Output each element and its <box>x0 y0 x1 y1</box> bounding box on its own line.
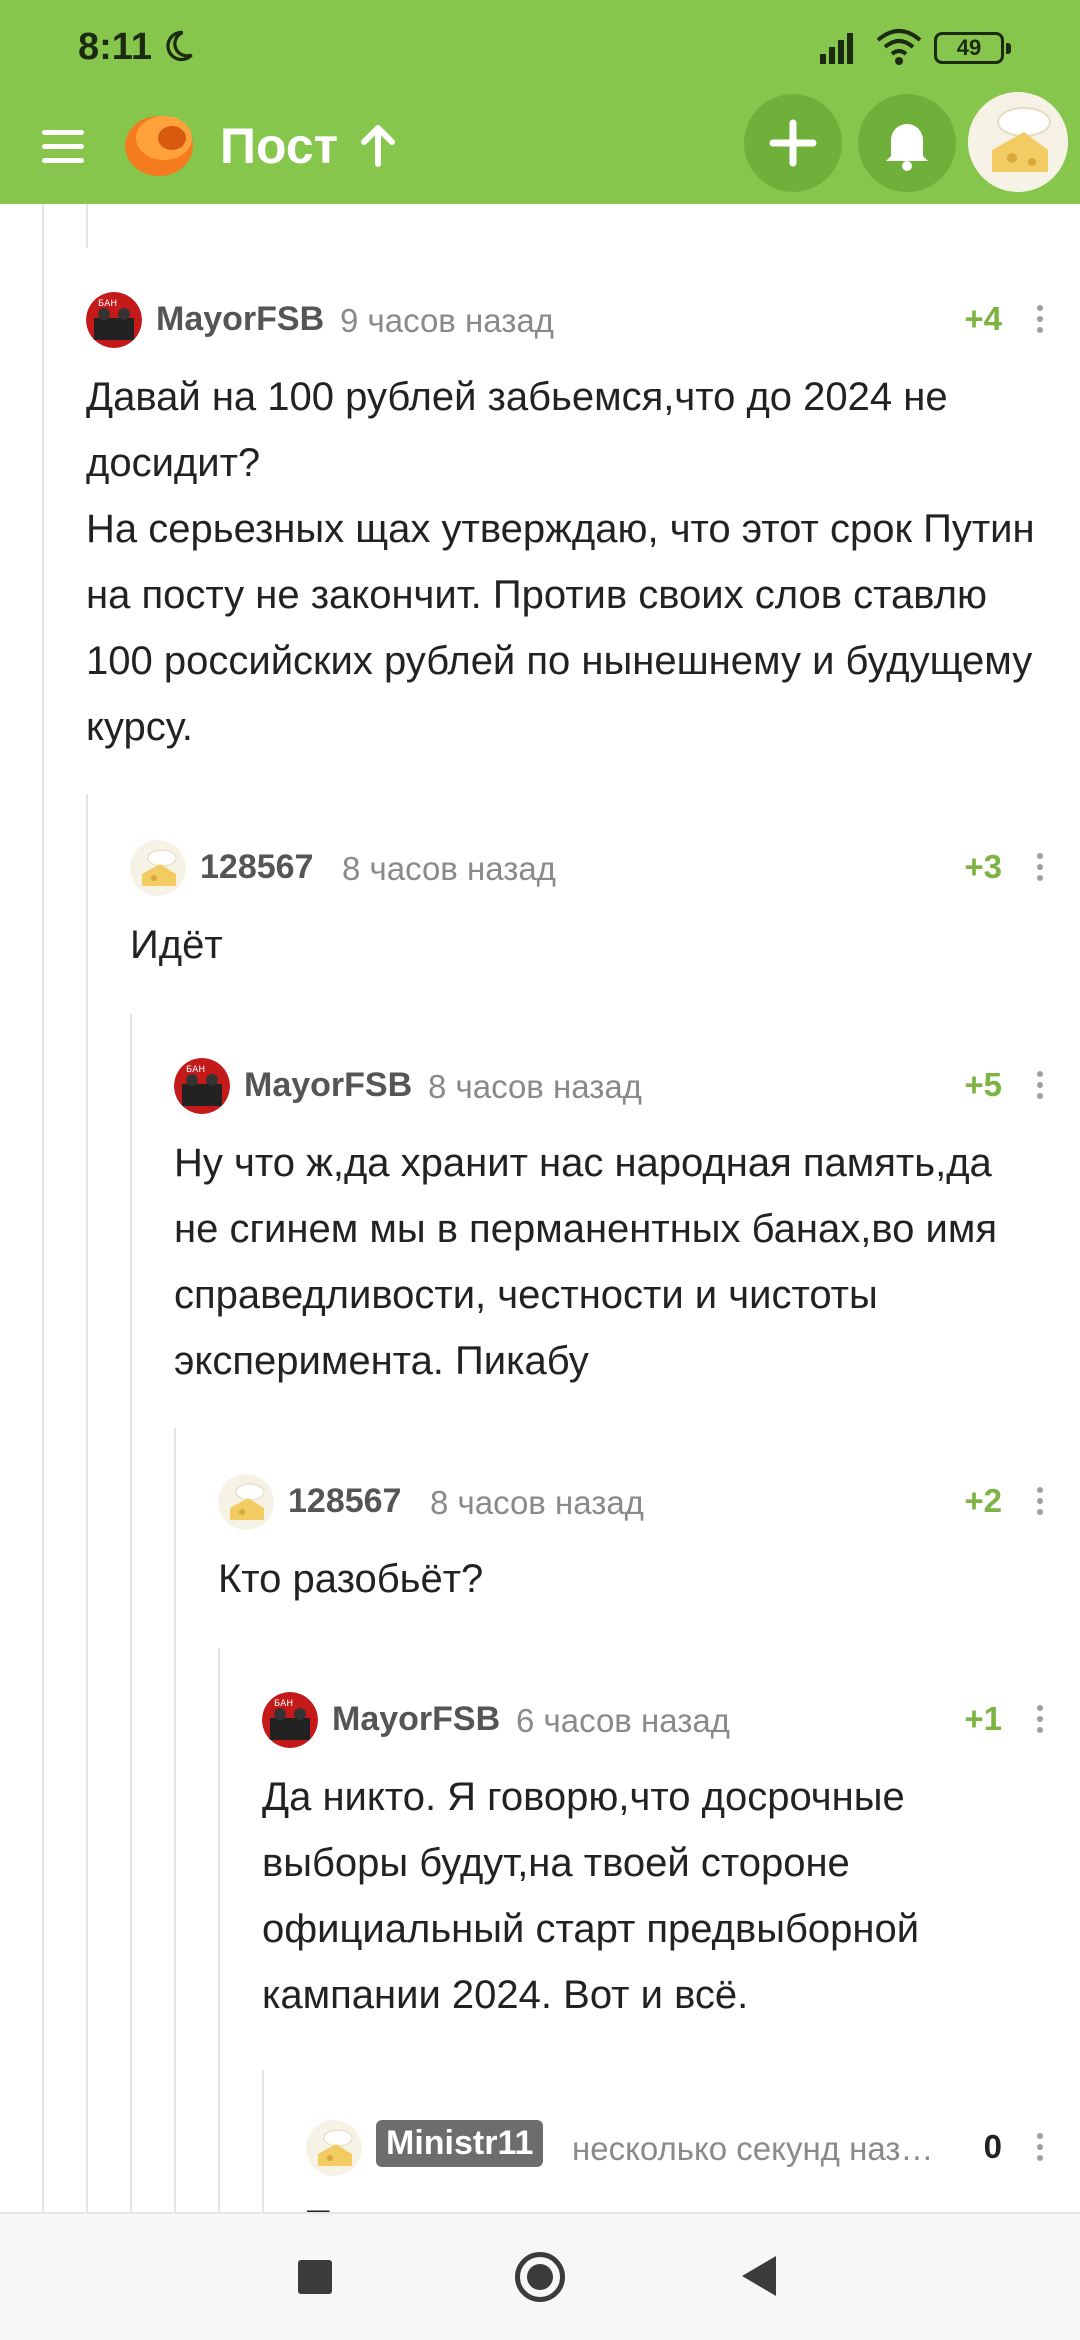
system-nav-bar <box>0 2212 1080 2340</box>
avatar[interactable]: БАН <box>262 1692 318 1748</box>
avatar[interactable]: БАН <box>86 292 142 348</box>
comment-username[interactable]: MayorFSB <box>156 300 324 339</box>
more-icon[interactable] <box>1034 1068 1046 1104</box>
thread-line[interactable] <box>42 204 44 2212</box>
avatar[interactable]: БАН <box>174 1058 230 1114</box>
more-icon[interactable] <box>1034 302 1046 338</box>
more-icon[interactable] <box>1034 1484 1046 1520</box>
add-post-button[interactable] <box>744 94 842 192</box>
more-icon[interactable] <box>1034 2130 1046 2166</box>
battery-icon: 49 <box>934 32 1011 64</box>
comment-username[interactable]: Ministr11 <box>376 2120 544 2167</box>
notifications-button[interactable] <box>858 94 956 192</box>
avatar[interactable] <box>306 2120 362 2176</box>
comment-rating[interactable]: +4 <box>964 300 1002 338</box>
comments-feed[interactable]: БАН MayorFSB 9 часов назад +4 Давай на 1… <box>0 204 1080 2212</box>
thread-line[interactable] <box>218 1648 220 2212</box>
comment-username[interactable]: MayorFSB <box>332 1700 500 1739</box>
comment-time: 8 часов назад <box>342 850 556 887</box>
status-time: 8:11 <box>78 26 152 68</box>
comment-text: Ну что ж,да хранит нас народная память,д… <box>174 1141 1009 1383</box>
comment-rating[interactable]: +2 <box>964 1482 1002 1520</box>
comment: БАН MayorFSB 6 часов назад +1 Да никто. … <box>262 1690 1046 2028</box>
back-icon[interactable] <box>742 2256 776 2296</box>
status-bar: 8:11 49 <box>0 0 1080 92</box>
comment-time: 8 часов назад <box>428 1068 642 1105</box>
comment-time: 6 часов назад <box>516 1702 730 1739</box>
more-icon[interactable] <box>1034 1702 1046 1738</box>
app-bar: Пост <box>0 92 1080 204</box>
svg-text:БАН: БАН <box>274 1699 293 1709</box>
comment-text: Давай на 100 рублей забьемся,что до 2024… <box>86 375 1035 749</box>
comment: 128567 8 часов назад +3 Идёт <box>130 838 1046 978</box>
comment-text: Т <box>306 2192 1046 2212</box>
comment-text: Кто разобьёт? <box>218 1557 484 1601</box>
pikabu-logo[interactable] <box>118 102 200 184</box>
arrow-up-icon[interactable] <box>358 124 398 168</box>
comment-rating[interactable]: +3 <box>964 848 1002 886</box>
comment-time: 8 часов назад <box>430 1484 644 1521</box>
thread-line[interactable] <box>262 2070 264 2212</box>
comment: Ministr11 несколько секунд наз… 0 Т <box>306 2118 1046 2212</box>
comment-text: Да никто. Я говорю,что досрочные выборы … <box>262 1775 931 2017</box>
comment-username[interactable]: 128567 <box>200 848 313 887</box>
signal-icon <box>820 33 853 64</box>
svg-text:БАН: БАН <box>186 1065 205 1075</box>
comment: БАН MayorFSB 8 часов назад +5 Ну что ж,д… <box>174 1056 1046 1394</box>
comment-time: 9 часов назад <box>340 302 554 339</box>
page-title: Пост <box>220 118 339 174</box>
wifi-icon <box>876 29 922 65</box>
comment-time: несколько секунд наз… <box>572 2130 934 2167</box>
cheese-avatar-icon <box>968 92 1068 192</box>
comment-rating[interactable]: 0 <box>984 2128 1002 2166</box>
comment-rating[interactable]: +5 <box>964 1066 1002 1104</box>
comment-text: Идёт <box>130 923 223 967</box>
menu-icon[interactable] <box>38 122 88 172</box>
bell-icon <box>886 124 928 171</box>
thread-line[interactable] <box>174 1428 176 2212</box>
thread-line[interactable] <box>86 204 88 248</box>
moon-icon <box>166 30 193 62</box>
avatar[interactable] <box>968 92 1068 192</box>
plus-icon <box>769 119 817 167</box>
avatar[interactable] <box>218 1474 274 1530</box>
avatar[interactable] <box>130 840 186 896</box>
thread-line[interactable] <box>86 794 88 2212</box>
comment-username[interactable]: 128567 <box>288 1482 401 1521</box>
svg-text:БАН: БАН <box>98 299 117 309</box>
comment-username[interactable]: MayorFSB <box>244 1066 412 1105</box>
home-icon[interactable] <box>515 2252 565 2302</box>
thread-line[interactable] <box>130 1014 132 2212</box>
more-icon[interactable] <box>1034 850 1046 886</box>
comment: 128567 8 часов назад +2 Кто разобьёт? <box>218 1472 1046 1612</box>
comment: БАН MayorFSB 9 часов назад +4 Давай на 1… <box>86 290 1046 760</box>
comment-rating[interactable]: +1 <box>964 1700 1002 1738</box>
recents-icon[interactable] <box>298 2260 332 2294</box>
